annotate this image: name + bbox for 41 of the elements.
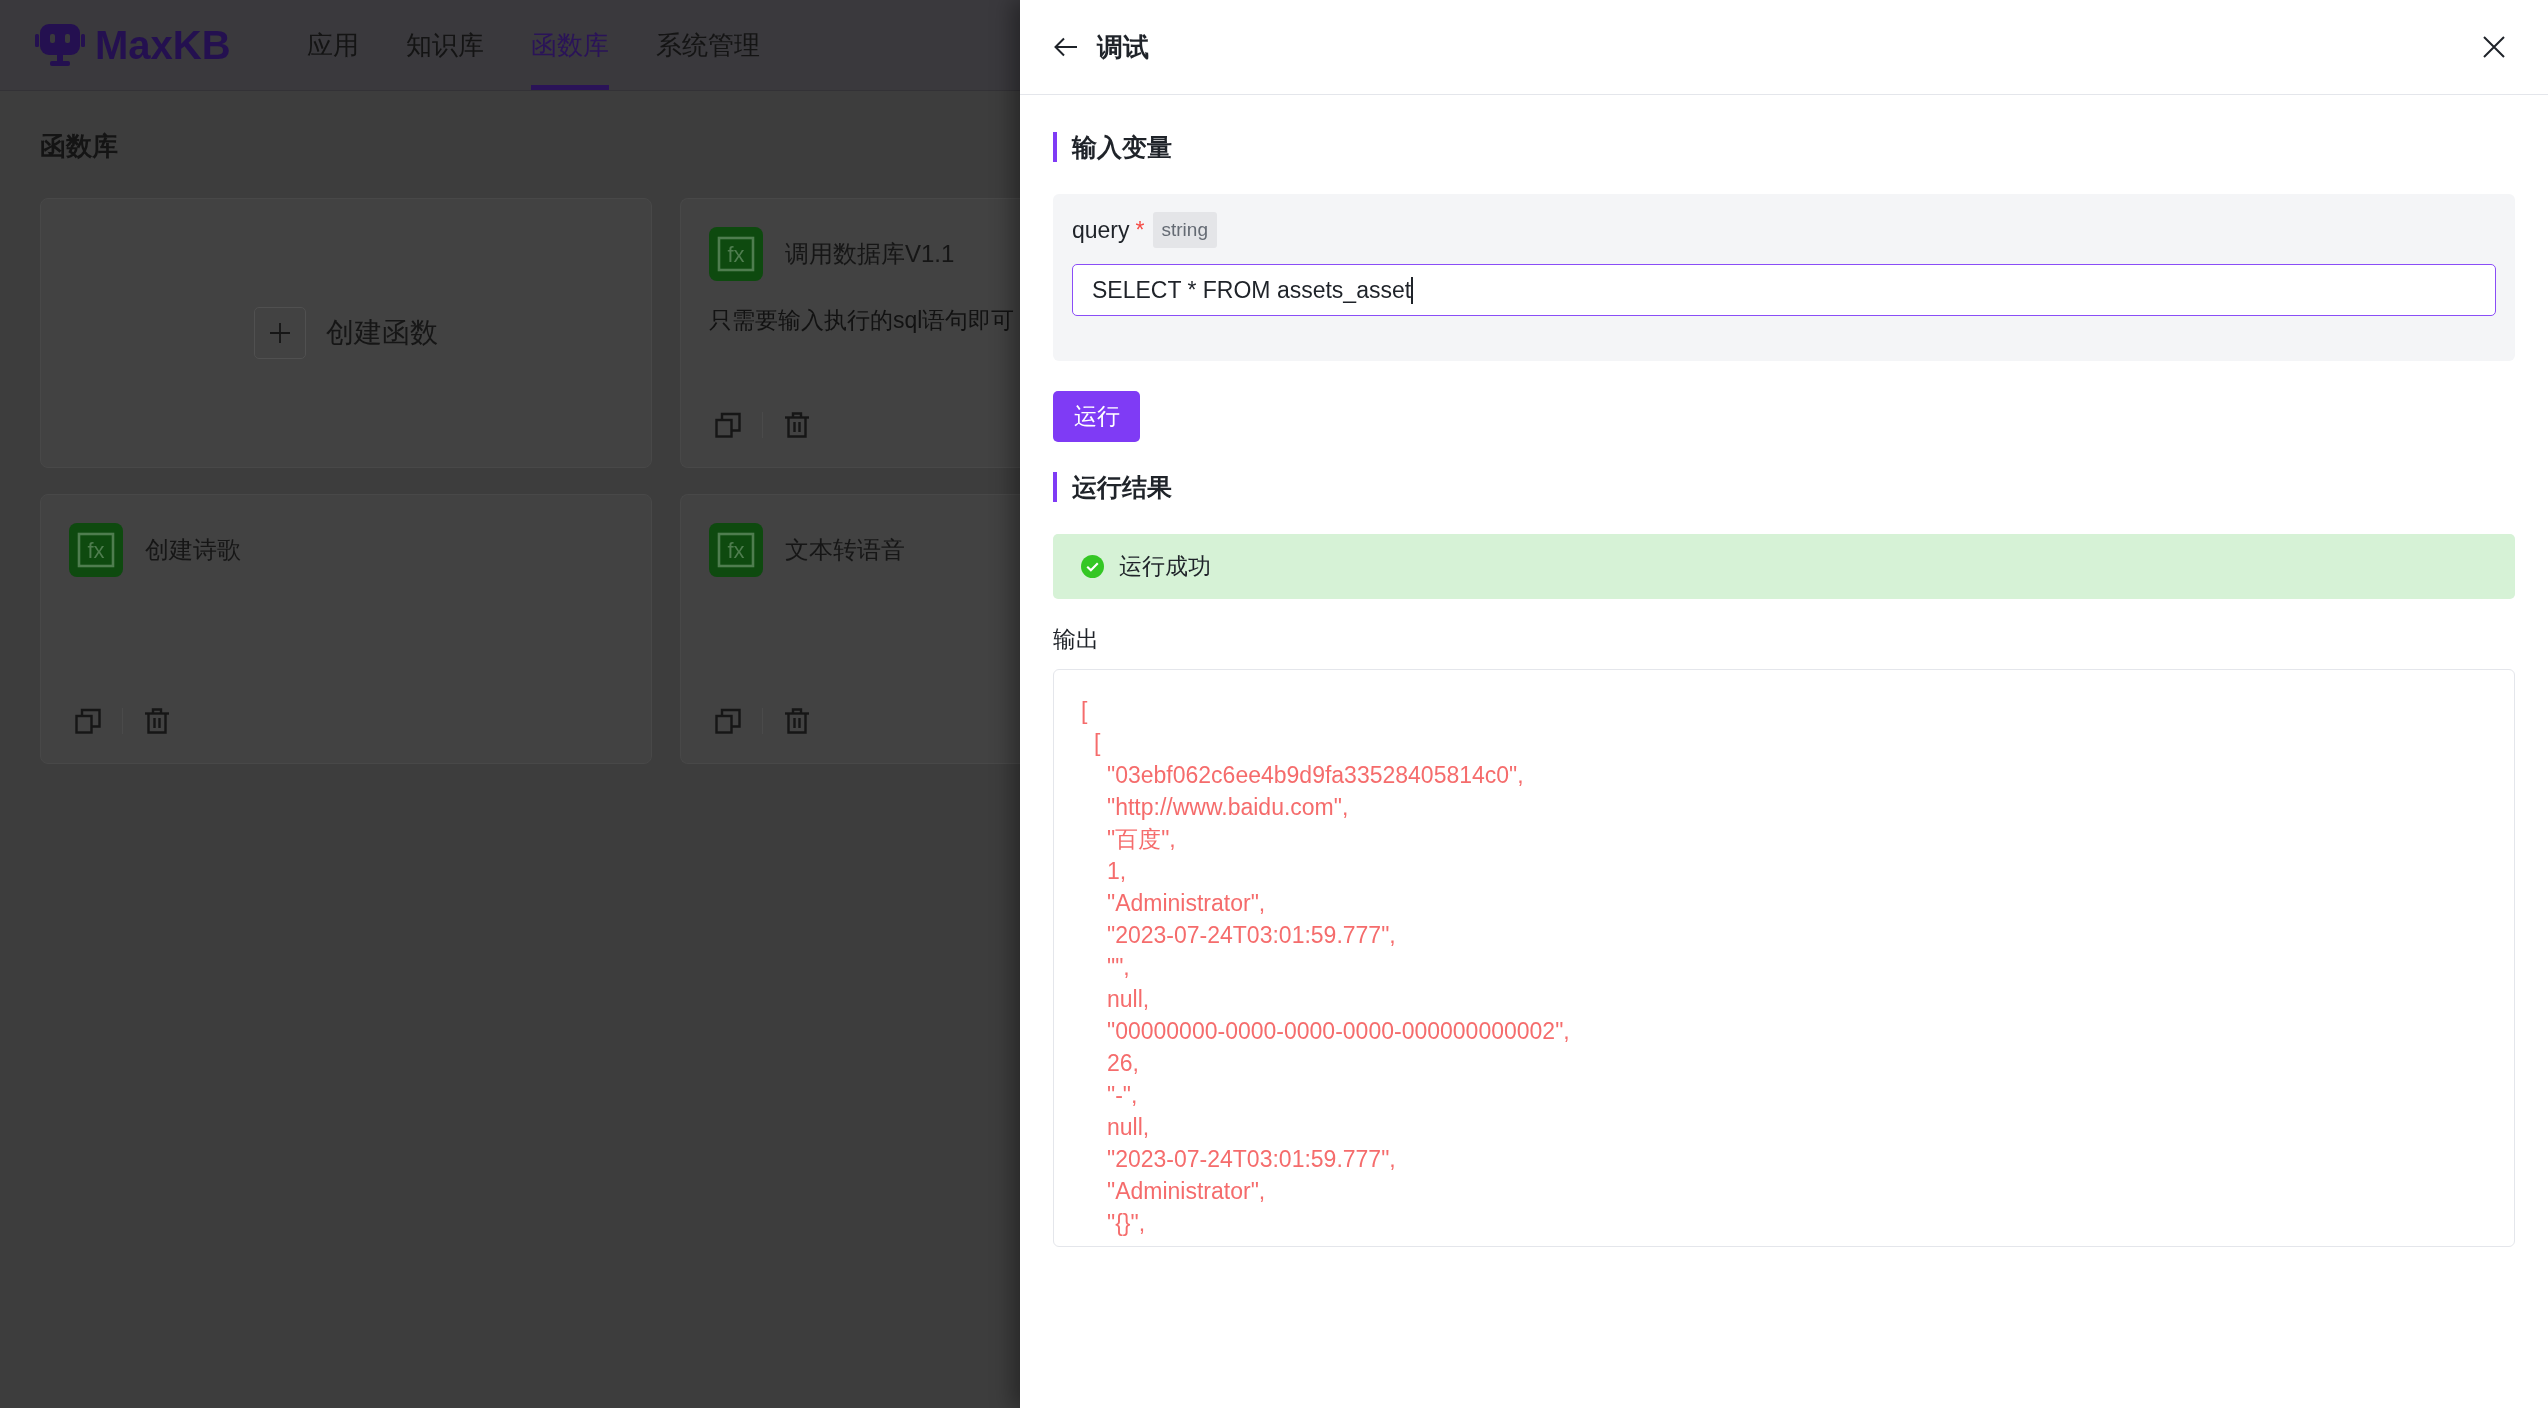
drawer-title: 调试 (1097, 30, 1149, 64)
field-label: query (1072, 216, 1130, 244)
code-line: "http://www.baidu.com", (1107, 793, 1349, 822)
trash-icon[interactable] (783, 707, 811, 735)
code-line: "百度", (1107, 825, 1176, 854)
code-line: "-", (1107, 1081, 1138, 1110)
function-icon: fx (709, 523, 763, 577)
code-line: [ (1081, 697, 1088, 726)
function-icon: fx (69, 523, 123, 577)
trash-icon[interactable] (143, 707, 171, 735)
code-line: "03ebf062c6ee4b9d9fa33528405814c0", (1107, 761, 1524, 790)
code-line: 26, (1107, 1049, 1139, 1078)
status-message: 运行成功 (1119, 552, 1211, 581)
required-mark: * (1135, 216, 1145, 244)
code-line: null, (1107, 985, 1150, 1014)
robot-logo-icon (35, 23, 85, 67)
back-arrow-icon[interactable] (1054, 35, 1078, 59)
code-line: 1, (1107, 857, 1127, 886)
query-input[interactable]: SELECT * FROM assets_asset (1072, 264, 2496, 316)
plus-icon (254, 307, 306, 359)
code-line: null, (1107, 1113, 1150, 1142)
code-line: "2023-07-24T03:01:59.777", (1107, 1145, 1396, 1174)
type-tag: string (1152, 212, 1217, 248)
code-line: "Administrator", (1107, 889, 1266, 918)
close-icon[interactable] (2482, 35, 2506, 59)
copy-icon[interactable] (714, 707, 742, 735)
run-button[interactable]: 运行 (1053, 391, 1140, 442)
trash-icon[interactable] (783, 411, 811, 439)
copy-icon[interactable] (714, 411, 742, 439)
code-line: "2023-07-24T03:01:59.777", (1107, 921, 1396, 950)
section-title: 运行结果 (1053, 472, 1172, 502)
code-line: "", (1107, 953, 1130, 982)
code-line: "{}", (1107, 1209, 1146, 1238)
check-circle-icon (1081, 555, 1104, 578)
code-line: [ (1094, 729, 1101, 758)
code-line: "Administrator", (1107, 1177, 1266, 1206)
function-icon: fx (709, 227, 763, 281)
output-label: 输出 (1053, 625, 1099, 654)
code-line: "00000000-0000-0000-0000-000000000002", (1107, 1017, 1570, 1046)
copy-icon[interactable] (74, 707, 102, 735)
section-title: 输入变量 (1053, 132, 1172, 162)
